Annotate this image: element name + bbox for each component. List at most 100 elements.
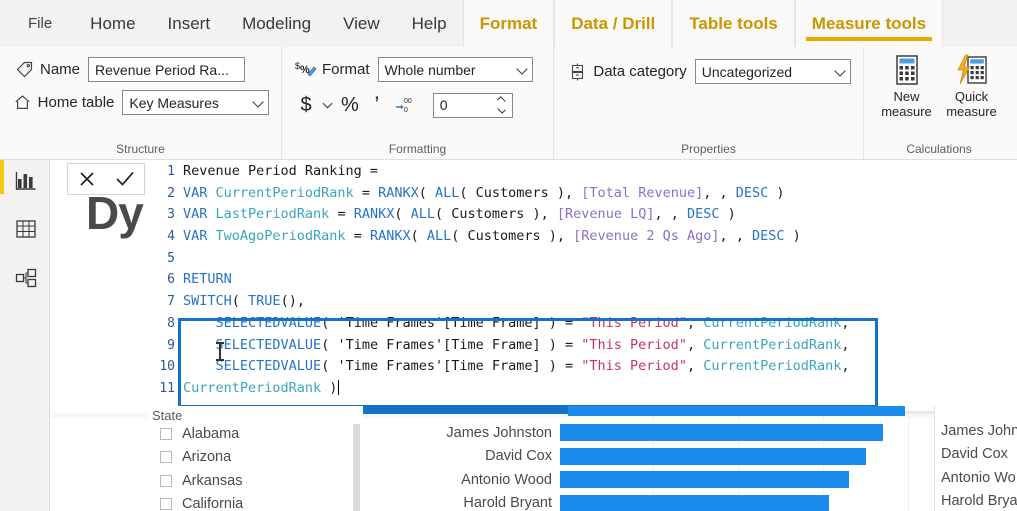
accept-formula-button[interactable] <box>110 165 140 193</box>
tab-measure-tools[interactable]: Measure tools <box>794 0 944 47</box>
chart-bar-row[interactable]: Antonio Wood <box>370 471 849 488</box>
dax-formula-editor[interactable]: 1 Revenue Period Ranking = 2 VAR CurrentPer… <box>155 161 1017 413</box>
dax-token: ( <box>418 184 435 201</box>
new-measure-button[interactable]: New measure <box>876 53 937 120</box>
tab-file[interactable]: File <box>0 0 74 47</box>
cancel-formula-button[interactable] <box>72 165 102 193</box>
dax-line[interactable]: 8 SELECTEDVALUE( 'Time Frames'[Time Fram… <box>155 313 1017 335</box>
checkbox-icon[interactable] <box>160 427 172 440</box>
dax-line-code: SELECTEDVALUE( 'Time Frames'[Time Frame]… <box>183 313 850 335</box>
spinner-up-icon[interactable] <box>497 96 507 105</box>
chart-bar-label: Antonio Wood <box>461 471 552 488</box>
ribbon-group-formatting: $ % Format Whole number $ % ’ 00 0 0 For… <box>282 47 554 160</box>
format-select[interactable]: Whole number <box>377 57 533 82</box>
state-slicer-visual[interactable]: State Alabama Arizona Arkansas California <box>148 406 363 511</box>
tab-data-drill[interactable]: Data / Drill <box>554 0 673 47</box>
chart-bar-row[interactable]: Harold Bryant <box>370 494 829 511</box>
dax-line-code: CurrentPeriodRank ) <box>183 378 340 400</box>
sidebar-item-model-view[interactable] <box>10 264 42 296</box>
thousands-separator-button[interactable]: ’ <box>369 92 385 118</box>
dax-token: ) <box>768 184 785 201</box>
slicer-scrollbar[interactable] <box>353 424 360 511</box>
slicer-item[interactable]: California <box>152 493 363 511</box>
home-table-select[interactable]: Key Measures <box>122 90 269 115</box>
dax-line[interactable]: 7 SWITCH( TRUE(), <box>155 291 1017 313</box>
slicer-item[interactable]: Arizona <box>152 446 363 470</box>
dax-line[interactable]: 1 Revenue Period Ranking = <box>155 161 1017 183</box>
table-row[interactable]: Harold Brya <box>935 490 1017 511</box>
dax-token: , <box>841 314 850 331</box>
group-label-calculations: Calculations <box>906 142 972 156</box>
customer-revenue-bar-chart[interactable]: James Johnston David Cox Antonio Wood Harol… <box>370 406 930 511</box>
view-switcher-rail <box>0 160 50 511</box>
tab-table-tools[interactable]: Table tools <box>672 0 795 47</box>
decimal-spinner[interactable] <box>497 96 507 115</box>
dax-line[interactable]: 11 CurrentPeriodRank ) <box>155 378 1017 400</box>
dax-line[interactable]: 10 SELECTEDVALUE( 'Time Frames'[Time Fra… <box>155 356 1017 378</box>
table-row[interactable]: Antonio Wo <box>935 466 1017 490</box>
slicer-item[interactable]: Alabama <box>152 422 363 446</box>
table-row[interactable]: David Cox <box>935 443 1017 467</box>
chart-bar-row[interactable]: David Cox <box>370 447 866 465</box>
checkbox-icon[interactable] <box>160 498 172 511</box>
name-field-row: Name Revenue Period Ra... <box>12 57 269 82</box>
spinner-down-icon[interactable] <box>497 105 507 114</box>
data-category-select[interactable]: Uncategorized <box>694 59 851 84</box>
chevron-down-icon <box>834 64 846 77</box>
tab-help[interactable]: Help <box>396 0 463 47</box>
svg-text:0: 0 <box>404 107 408 114</box>
dax-token: TRUE <box>248 293 281 310</box>
chart-bar-fill[interactable] <box>560 471 849 488</box>
dax-line[interactable]: 5 <box>155 248 1017 270</box>
dax-line-code: Revenue Period Ranking = <box>183 161 378 183</box>
dax-line[interactable]: 9 SELECTEDVALUE( 'Time Frames'[Time Fram… <box>155 335 1017 357</box>
dax-token: [Revenue 2 Qs Ago] <box>573 228 720 245</box>
dax-token: , <box>841 336 850 353</box>
measure-name-input[interactable]: Revenue Period Ra... <box>88 57 246 82</box>
slicer-item-list[interactable]: Alabama Arizona Arkansas California <box>152 422 363 511</box>
slicer-item[interactable]: Arkansas <box>152 469 363 493</box>
dax-token: SELECTEDVALUE <box>215 336 322 353</box>
currency-dropdown-icon[interactable] <box>322 98 333 109</box>
dax-token: TwoAgoPeriodRank <box>215 228 346 245</box>
chart-bar-fill[interactable] <box>560 494 829 511</box>
top-customers-table[interactable]: James Johns David Cox Antonio Wo Harold Bry… <box>934 406 1017 511</box>
tab-view[interactable]: View <box>327 0 396 47</box>
dax-token: CurrentPeriodRank <box>703 358 842 375</box>
checkbox-icon[interactable] <box>160 474 172 487</box>
dax-line[interactable]: 3 VAR LastPeriodRank = RANKX( ALL( Custom… <box>155 204 1017 226</box>
dax-token: CurrentPeriodRank <box>703 314 842 331</box>
decimal-places-icon[interactable]: 00 0 <box>395 94 419 116</box>
dax-token: = <box>329 206 354 223</box>
sidebar-item-data-view[interactable] <box>10 215 42 247</box>
decimal-places-input[interactable]: 0 <box>432 92 513 118</box>
dax-token: RANKX <box>353 206 395 223</box>
dax-line[interactable]: 6 RETURN <box>155 269 1017 291</box>
table-row[interactable]: James Johns <box>935 419 1017 443</box>
dax-token: DESC <box>752 228 785 245</box>
dax-token: ( 'Time Frames'[Time Frame] ) = <box>321 358 582 375</box>
dax-line-number: 2 <box>167 185 175 201</box>
formatting-buttons-row: $ % ’ 00 0 0 <box>294 92 541 118</box>
dax-token: , , <box>703 184 736 201</box>
slicer-item-label: Arizona <box>182 449 232 466</box>
dax-token: CurrentPeriodRank <box>215 184 354 201</box>
tab-home[interactable]: Home <box>74 0 151 47</box>
percent-format-button[interactable]: % <box>341 92 359 118</box>
dax-line[interactable]: 4 VAR TwoAgoPeriodRank = RANKX( ALL( Cust… <box>155 226 1017 248</box>
currency-format-button[interactable]: $ <box>298 92 314 118</box>
tab-modeling[interactable]: Modeling <box>226 0 327 47</box>
dax-token: ( Customers ), <box>435 206 557 223</box>
checkbox-icon[interactable] <box>160 451 172 464</box>
quick-measure-button[interactable]: Quick measure <box>941 53 1002 120</box>
tab-insert[interactable]: Insert <box>152 0 227 47</box>
dax-line[interactable]: 2 VAR CurrentPeriodRank = RANKX( ALL( Cus… <box>155 183 1017 205</box>
dax-line-code: SELECTEDVALUE( 'Time Frames'[Time Frame]… <box>183 356 850 378</box>
chart-bar-fill[interactable] <box>560 447 866 465</box>
chart-bar-fill[interactable] <box>560 424 883 441</box>
tab-format[interactable]: Format <box>462 0 555 47</box>
dax-token: DESC <box>686 206 720 223</box>
chart-bar-row[interactable]: James Johnston <box>370 424 883 441</box>
chart-bar-label: David Cox <box>485 448 552 464</box>
sidebar-item-report-view[interactable] <box>10 166 42 198</box>
